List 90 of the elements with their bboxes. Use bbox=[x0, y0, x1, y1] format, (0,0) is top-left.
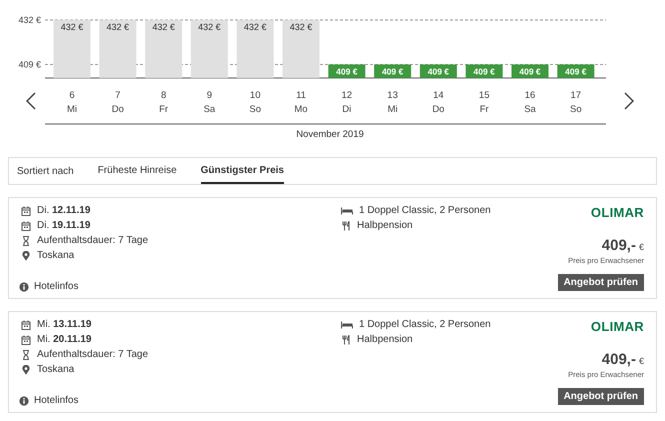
axis-label: 17 bbox=[570, 90, 582, 101]
room-text: 1 Doppel Classic, 2 Personen bbox=[359, 205, 491, 216]
axis-label: Di bbox=[342, 104, 352, 115]
return-date: Di. 19.11.19 bbox=[37, 220, 90, 231]
chart-bar[interactable] bbox=[420, 64, 457, 78]
hotel-info-link[interactable]: Hotelinfos bbox=[19, 395, 341, 406]
hourglass-icon bbox=[21, 236, 31, 246]
axis-label: Fr bbox=[480, 104, 489, 115]
chart-bar[interactable] bbox=[512, 64, 548, 78]
bar-value-label: 409 € bbox=[428, 66, 450, 76]
chart-bar[interactable] bbox=[282, 20, 320, 78]
bar-value-label: 432 € bbox=[60, 22, 84, 32]
bar-value-label: 432 € bbox=[244, 22, 266, 32]
departure-date: Di. 12.11.19 bbox=[37, 205, 90, 216]
cutlery-icon bbox=[341, 334, 351, 344]
chart-bar[interactable] bbox=[374, 64, 412, 78]
axis-label: 432 € bbox=[18, 15, 41, 25]
bar-value-label: 409 € bbox=[382, 66, 404, 76]
info-icon bbox=[19, 282, 29, 292]
price-value: 409,- bbox=[602, 237, 636, 254]
axis-label: So bbox=[570, 104, 582, 115]
chart-bar[interactable] bbox=[99, 20, 136, 78]
axis-label: 409 € bbox=[18, 59, 41, 70]
room-text: 1 Doppel Classic, 2 Personen bbox=[359, 319, 491, 330]
hotel-info-link[interactable]: Hotelinfos bbox=[19, 281, 341, 292]
currency-text: € bbox=[638, 242, 644, 252]
bar-value-label: 409 € bbox=[565, 66, 586, 76]
calendar-icon bbox=[21, 334, 31, 344]
axis-label: 11 bbox=[296, 90, 306, 101]
stay-duration: Aufenthaltsdauer: 7 Tage bbox=[37, 235, 148, 246]
axis-label: 6 bbox=[69, 90, 75, 101]
chart-bar[interactable] bbox=[54, 20, 90, 78]
operator-logo: OLIMAR bbox=[590, 319, 644, 334]
axis-label: Do bbox=[112, 104, 124, 115]
axis-label: 10 bbox=[250, 90, 260, 101]
axis-label: So bbox=[249, 104, 261, 115]
axis-label: Mi bbox=[388, 104, 398, 115]
axis-label: Fr bbox=[159, 104, 168, 115]
stay-duration: Aufenthaltsdauer: 7 Tage bbox=[37, 349, 148, 360]
axis-label: 13 bbox=[387, 90, 398, 101]
return-date: Mi. 20.11.19 bbox=[37, 334, 92, 345]
bar-value-label: 432 € bbox=[198, 22, 221, 32]
bar-value-label: 409 € bbox=[519, 66, 541, 76]
info-icon bbox=[19, 396, 29, 406]
axis-label: Sa bbox=[524, 104, 536, 115]
axis-label: 9 bbox=[206, 90, 212, 101]
axis-label: 14 bbox=[433, 90, 444, 101]
location-pin-icon bbox=[21, 250, 31, 260]
hourglass-icon bbox=[21, 350, 31, 360]
axis-label: 15 bbox=[478, 90, 490, 101]
price-value: 409,- bbox=[602, 351, 636, 368]
sort-label: Sortiert nach bbox=[17, 166, 74, 176]
sort-tab[interactable]: Günstigster Preis bbox=[200, 158, 284, 184]
bed-icon bbox=[341, 320, 353, 328]
axis-label: Mi bbox=[66, 104, 78, 115]
sort-tab[interactable]: Früheste Hinreise bbox=[98, 158, 177, 184]
departure-date: Mi. 13.11.19 bbox=[37, 319, 92, 330]
location-pin-icon bbox=[21, 364, 31, 374]
axis-title: November 2019 bbox=[296, 129, 364, 140]
chart-bar[interactable] bbox=[557, 64, 594, 78]
calendar-icon bbox=[21, 220, 31, 230]
chart-bar[interactable] bbox=[236, 20, 274, 78]
cutlery-icon bbox=[341, 220, 351, 230]
axis-label: Sa bbox=[204, 104, 216, 115]
chart-bar[interactable] bbox=[328, 64, 366, 78]
axis-label: Mo bbox=[294, 104, 308, 115]
region-text: Toskana bbox=[37, 364, 74, 375]
currency-text: € bbox=[638, 356, 644, 366]
region-text: Toskana bbox=[37, 250, 74, 261]
bed-icon bbox=[341, 206, 353, 214]
chart-bar[interactable] bbox=[466, 64, 503, 78]
board-text: Halbpension bbox=[357, 220, 413, 231]
operator-logo: OLIMAR bbox=[590, 205, 644, 220]
axis-label: 12 bbox=[342, 90, 352, 101]
bar-value-label: 432 € bbox=[152, 22, 175, 32]
axis-label: 16 bbox=[524, 90, 536, 101]
calendar-icon bbox=[21, 320, 31, 330]
bar-value-label: 409 € bbox=[474, 66, 495, 76]
board-text: Halbpension bbox=[357, 334, 413, 345]
chart-bar[interactable] bbox=[145, 20, 182, 78]
calendar-icon bbox=[21, 206, 31, 216]
axis-label: 8 bbox=[160, 90, 166, 101]
check-offer-button[interactable]: Angebot prüfen bbox=[558, 274, 644, 291]
chart-bar[interactable] bbox=[190, 20, 228, 78]
axis-label: 7 bbox=[115, 90, 120, 101]
axis-label: Do bbox=[432, 104, 444, 115]
bar-value-label: 432 € bbox=[106, 22, 130, 32]
bar-value-label: 409 € bbox=[336, 66, 358, 76]
bar-value-label: 432 € bbox=[290, 22, 312, 32]
check-offer-button[interactable]: Angebot prüfen bbox=[558, 388, 644, 405]
